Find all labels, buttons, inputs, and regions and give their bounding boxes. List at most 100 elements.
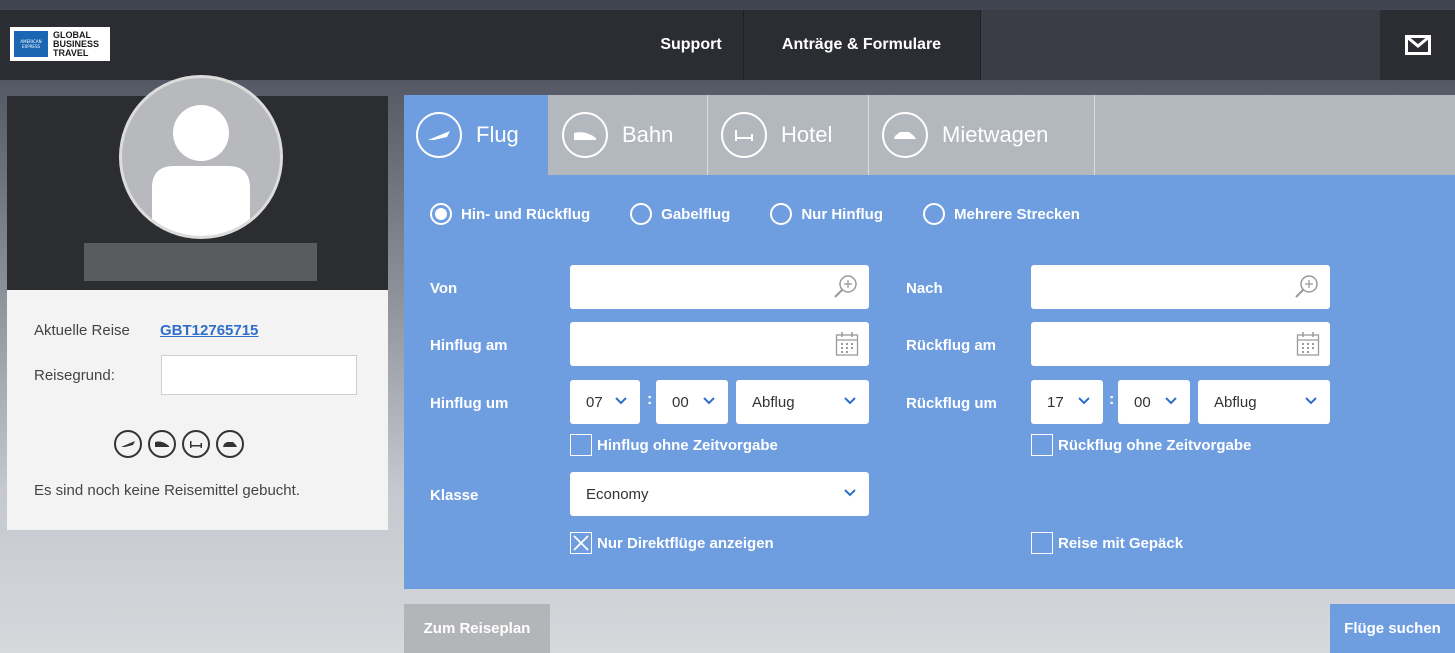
tab-label: Flug: [476, 122, 519, 147]
user-name-placeholder: [84, 243, 317, 281]
return-mode-select[interactable]: Abflug: [1198, 380, 1330, 424]
radio-label: Mehrere Strecken: [953, 205, 1080, 223]
plane-icon: [114, 430, 142, 458]
checkbox-label: Reise mit Gepäck: [1058, 534, 1184, 552]
car-icon: [882, 112, 928, 158]
depart-mode-value: Abflug: [752, 393, 795, 411]
chevron-down-icon: [844, 397, 856, 405]
return-date-label: Rückflug am: [906, 337, 997, 354]
current-trip-label: Aktuelle Reise: [34, 322, 130, 339]
radio-circle: [430, 203, 452, 225]
radio-circle: [922, 203, 945, 225]
depart-hour-value: 07: [586, 393, 603, 411]
direct-only-checkbox[interactable]: Nur Direktflüge anzeigen: [570, 532, 774, 554]
radio-label: Hin- und Rückflug: [461, 205, 591, 223]
tab-label: Bahn: [622, 122, 674, 147]
depart-minute-value: 00: [672, 393, 689, 411]
user-silhouette-icon: [152, 105, 250, 236]
return-time-label: Rückflug um: [906, 395, 997, 412]
return-mode-value: Abflug: [1214, 393, 1257, 411]
chevron-down-icon: [844, 489, 856, 497]
return-hour-value: 17: [1047, 393, 1064, 411]
tab-mietwagen[interactable]: Mietwagen: [870, 95, 1095, 175]
from-input[interactable]: [570, 265, 869, 309]
current-trip-link[interactable]: GBT12765715: [160, 322, 258, 339]
checkbox-box: [1031, 434, 1053, 456]
return-hour-select[interactable]: 17: [1031, 380, 1103, 424]
radio-multi-city[interactable]: Mehrere Strecken: [922, 203, 1080, 225]
class-label: Klasse: [430, 487, 479, 504]
to-label: Nach: [906, 280, 943, 297]
checkbox-box: [570, 532, 592, 554]
depart-no-time-checkbox[interactable]: Hinflug ohne Zeitvorgabe: [570, 434, 778, 456]
tab-label: Hotel: [781, 122, 833, 147]
mail-button[interactable]: [1381, 10, 1455, 80]
logo-badge-text: AMERICAN EXPRESS: [20, 39, 42, 49]
amex-gbt-logo[interactable]: AMERICAN EXPRESS GLOBAL BUSINESS TRAVEL: [10, 27, 110, 61]
to-input[interactable]: [1031, 265, 1330, 309]
nav-spacer: [980, 10, 1380, 80]
depart-date-input[interactable]: [570, 322, 869, 366]
train-icon: [148, 430, 176, 458]
plane-icon: [416, 112, 462, 158]
return-date-input[interactable]: [1031, 322, 1330, 366]
radio-circle: [630, 203, 653, 225]
from-label: Von: [430, 280, 458, 297]
reason-input[interactable]: [161, 355, 357, 395]
check-x-icon: [573, 535, 589, 551]
radio-circle: [770, 203, 793, 225]
depart-mode-select[interactable]: Abflug: [736, 380, 869, 424]
class-value: Economy: [586, 485, 649, 503]
checkbox-label: Rückflug ohne Zeitvorgabe: [1058, 436, 1252, 454]
depart-time-label: Hinflug um: [430, 395, 509, 412]
tab-flug[interactable]: Flug: [404, 95, 548, 175]
chevron-down-icon: [1305, 397, 1317, 405]
radio-one-way[interactable]: Nur Hinflug: [770, 203, 883, 225]
train-icon: [562, 112, 608, 158]
depart-hour-select[interactable]: 07: [570, 380, 640, 424]
radio-dot: [435, 208, 447, 220]
calendar-icon[interactable]: [1296, 331, 1320, 357]
logo-text: GLOBAL BUSINESS TRAVEL: [53, 30, 99, 58]
car-icon: [216, 430, 244, 458]
hotel-bed-icon: [182, 430, 210, 458]
baggage-checkbox[interactable]: Reise mit Gepäck: [1031, 532, 1183, 554]
flight-search-form: Hin- und Rückflug Gabelflug Nur Hinflug …: [404, 175, 1455, 589]
chevron-down-icon: [703, 397, 715, 405]
radio-label: Gabelflug: [661, 205, 731, 223]
nav-forms[interactable]: Anträge & Formulare: [743, 10, 979, 80]
search-magnifier-icon[interactable]: [833, 274, 859, 300]
trip-summary-panel: Aktuelle Reise GBT12765715 Reisegrund: E…: [7, 290, 388, 530]
mail-icon: [1405, 35, 1431, 55]
return-minute-value: 00: [1134, 393, 1151, 411]
time-separator: :: [1109, 391, 1115, 408]
nav-support[interactable]: Support: [640, 10, 742, 80]
top-bar: AMERICAN EXPRESS GLOBAL BUSINESS TRAVEL …: [0, 10, 1455, 80]
time-separator: :: [647, 391, 653, 408]
calendar-icon[interactable]: [835, 331, 859, 357]
reason-label: Reisegrund:: [34, 367, 115, 384]
tab-label: Mietwagen: [942, 122, 1049, 147]
avatar[interactable]: [119, 75, 283, 239]
chevron-down-icon: [1078, 397, 1090, 405]
radio-roundtrip[interactable]: Hin- und Rückflug: [430, 203, 590, 225]
checkbox-box: [570, 434, 592, 456]
class-select[interactable]: Economy: [570, 472, 869, 516]
return-no-time-checkbox[interactable]: Rückflug ohne Zeitvorgabe: [1031, 434, 1251, 456]
transport-tabs: Flug Bahn Hotel Mietwagen: [404, 95, 1455, 175]
trip-type-group: Hin- und Rückflug Gabelflug Nur Hinflug …: [430, 203, 1120, 225]
radio-open-jaw[interactable]: Gabelflug: [630, 203, 730, 225]
tab-hotel[interactable]: Hotel: [709, 95, 869, 175]
depart-date-label: Hinflug am: [430, 337, 508, 354]
booked-modes-icons: [114, 430, 244, 458]
search-flights-button[interactable]: Flüge suchen: [1330, 604, 1455, 653]
depart-minute-select[interactable]: 00: [656, 380, 728, 424]
tab-bahn[interactable]: Bahn: [552, 95, 708, 175]
checkbox-box: [1031, 532, 1053, 554]
search-magnifier-icon[interactable]: [1294, 274, 1320, 300]
radio-label: Nur Hinflug: [801, 205, 883, 223]
return-minute-select[interactable]: 00: [1118, 380, 1190, 424]
checkbox-label: Hinflug ohne Zeitvorgabe: [597, 436, 778, 454]
to-itinerary-button[interactable]: Zum Reiseplan: [404, 604, 550, 653]
chevron-down-icon: [615, 397, 627, 405]
